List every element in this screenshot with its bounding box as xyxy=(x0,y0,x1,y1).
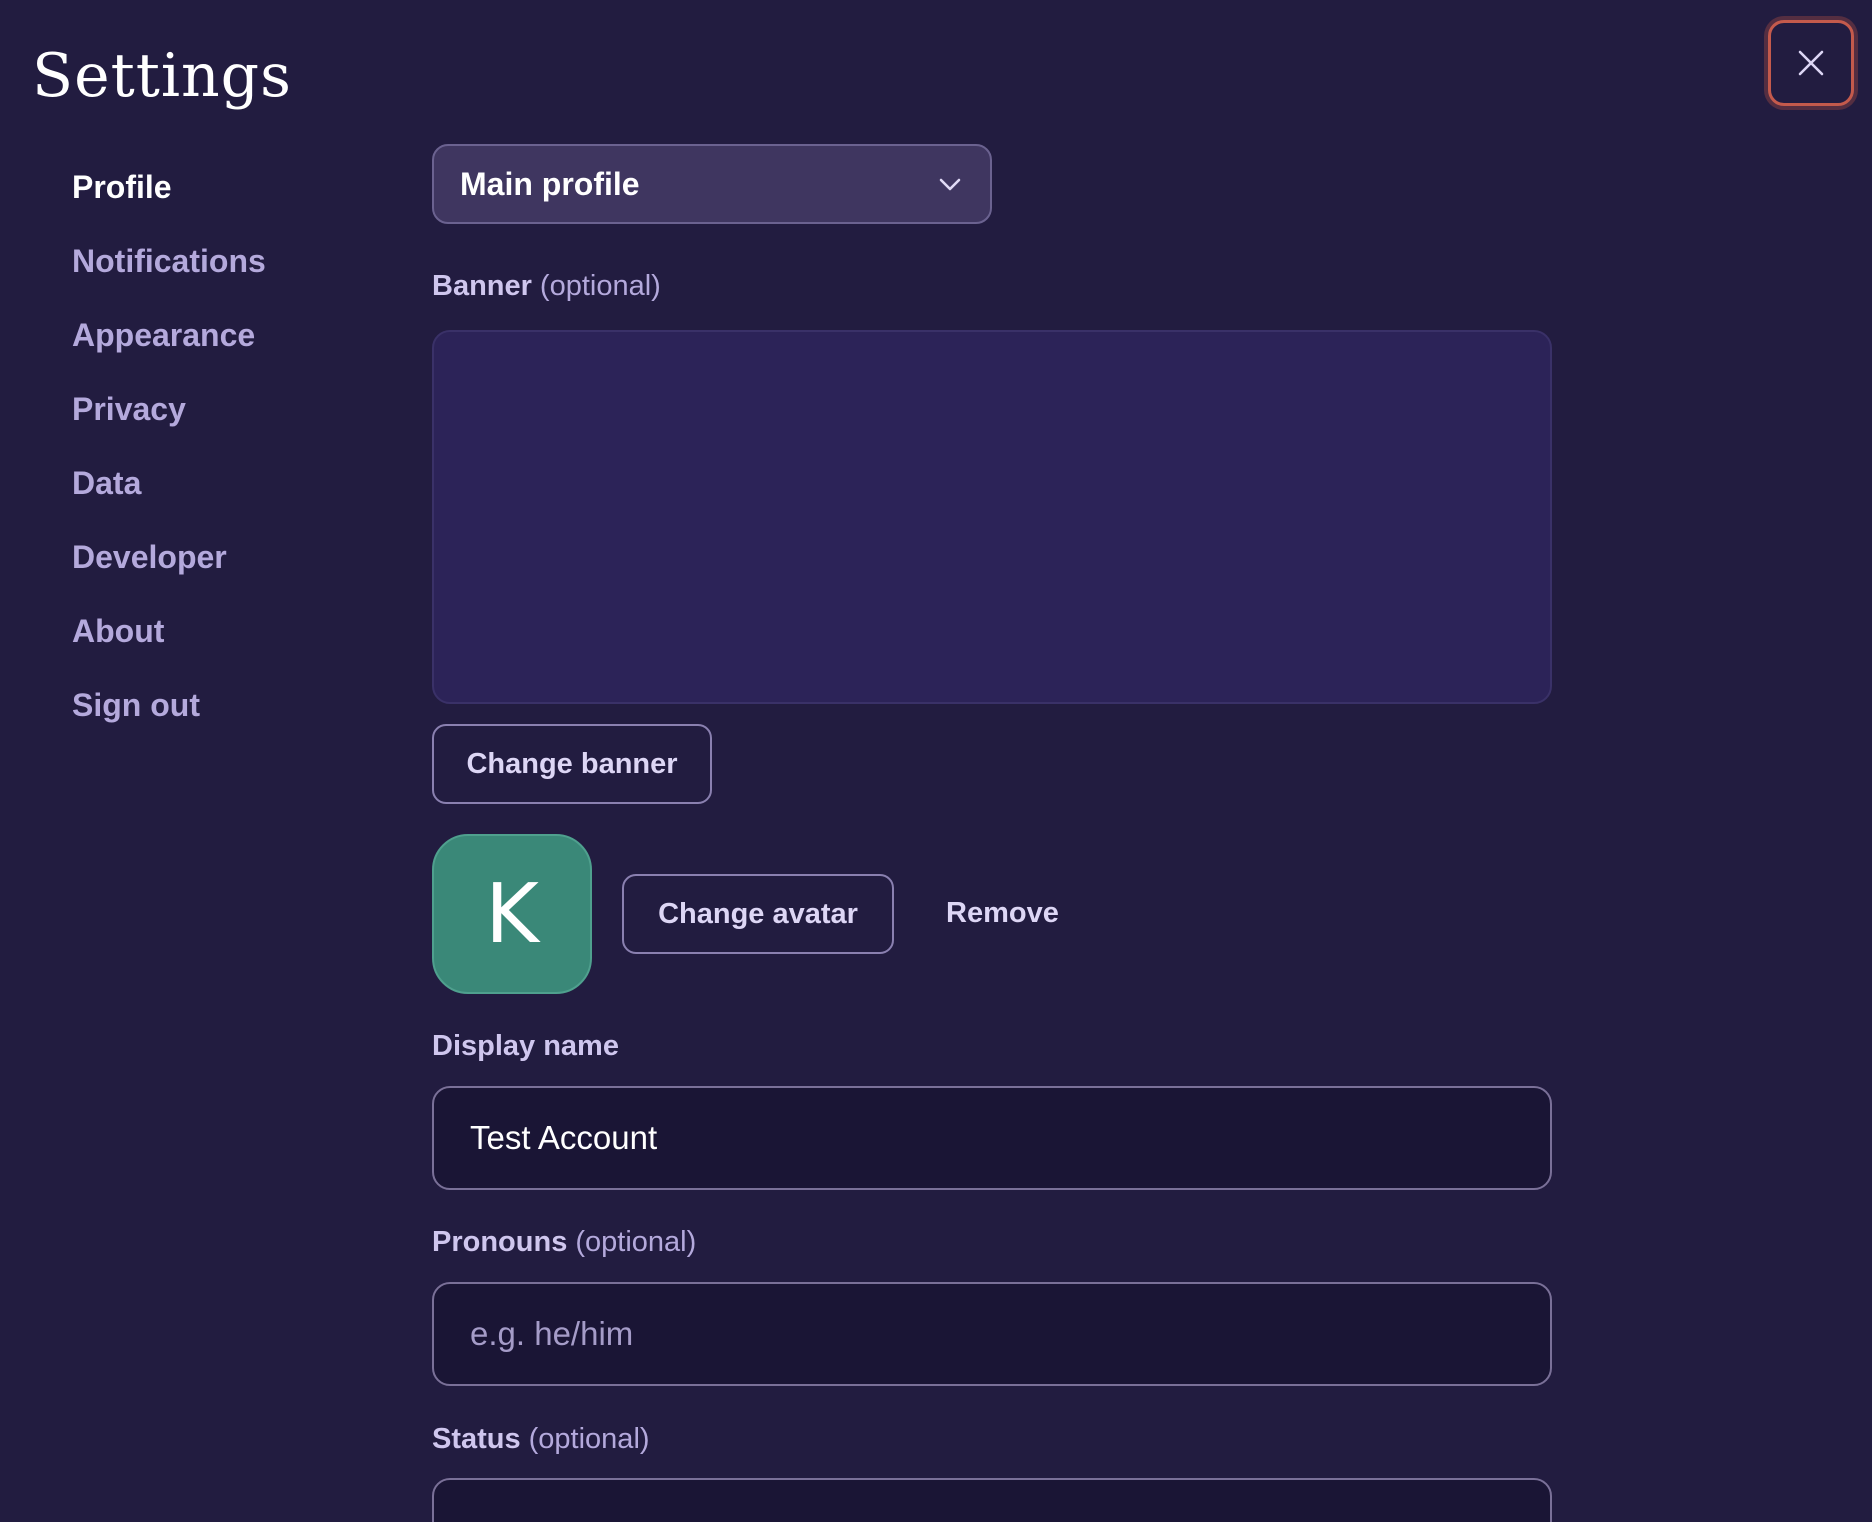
pronouns-label: Pronouns (optional) xyxy=(432,1226,696,1259)
banner-label: Banner (optional) xyxy=(432,270,661,303)
profile-select-value: Main profile xyxy=(460,165,640,202)
status-label: Status (optional) xyxy=(432,1423,650,1456)
banner-preview xyxy=(432,330,1552,704)
sidebar-item-about[interactable]: About xyxy=(72,604,266,678)
display-name-field[interactable] xyxy=(432,1086,1552,1190)
status-field[interactable] xyxy=(432,1478,1552,1522)
display-name-label-text: Display name xyxy=(432,1030,619,1062)
pronouns-optional-text: (optional) xyxy=(575,1226,697,1258)
chevron-down-icon xyxy=(939,178,961,191)
change-banner-button[interactable]: Change banner xyxy=(432,724,712,804)
settings-page: Settings Profile Notifications Appearanc… xyxy=(0,0,1872,1522)
settings-sidebar: Profile Notifications Appearance Privacy… xyxy=(72,160,266,752)
sidebar-item-privacy[interactable]: Privacy xyxy=(72,382,266,456)
close-icon xyxy=(1798,50,1824,76)
page-title: Settings xyxy=(32,41,292,111)
change-avatar-button[interactable]: Change avatar xyxy=(622,874,894,954)
sidebar-item-sign-out[interactable]: Sign out xyxy=(72,678,266,752)
profile-select[interactable]: Main profile xyxy=(432,144,992,224)
banner-label-text: Banner xyxy=(432,270,532,302)
display-name-label: Display name xyxy=(432,1030,619,1063)
status-optional-text: (optional) xyxy=(528,1423,650,1455)
sidebar-item-notifications[interactable]: Notifications xyxy=(72,234,266,308)
close-button[interactable] xyxy=(1768,20,1854,106)
sidebar-item-appearance[interactable]: Appearance xyxy=(72,308,266,382)
pronouns-field[interactable] xyxy=(432,1282,1552,1386)
sidebar-item-profile[interactable]: Profile xyxy=(72,160,266,234)
sidebar-item-data[interactable]: Data xyxy=(72,456,266,530)
avatar: K xyxy=(432,834,592,994)
banner-optional-text: (optional) xyxy=(539,270,661,302)
remove-avatar-button[interactable]: Remove xyxy=(946,897,1059,930)
status-label-text: Status xyxy=(432,1423,521,1455)
pronouns-label-text: Pronouns xyxy=(432,1226,568,1258)
sidebar-item-developer[interactable]: Developer xyxy=(72,530,266,604)
